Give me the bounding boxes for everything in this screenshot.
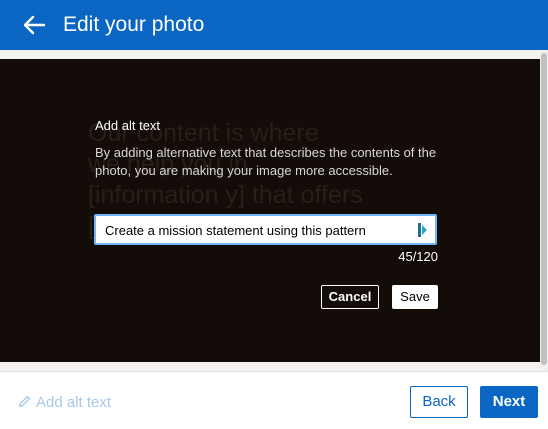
input-extension-icon[interactable] xyxy=(417,222,429,238)
add-alt-text-button[interactable]: Add alt text xyxy=(17,393,111,413)
cancel-button[interactable]: Cancel xyxy=(321,285,379,309)
footer-divider xyxy=(0,371,548,372)
next-button[interactable]: Next xyxy=(480,386,538,418)
alt-text-description: By adding alternative text that describe… xyxy=(95,145,437,178)
add-alt-text-label: Add alt text xyxy=(36,394,112,411)
alt-text-title: Add alt text xyxy=(95,118,161,133)
alt-text-input-value[interactable]: Create a mission statement using this pa… xyxy=(105,223,366,239)
pencil-icon xyxy=(19,395,31,407)
page-title: Edit your photo xyxy=(63,13,205,36)
save-button[interactable]: Save xyxy=(392,285,438,309)
character-counter: 45/120 xyxy=(398,249,438,264)
back-button[interactable]: Back xyxy=(410,386,468,418)
back-arrow-icon[interactable] xyxy=(20,11,48,39)
top-bar: Edit your photo xyxy=(0,0,548,50)
scrollbar-thumb[interactable] xyxy=(541,53,547,365)
alt-text-input[interactable]: Create a mission statement using this pa… xyxy=(94,214,437,245)
